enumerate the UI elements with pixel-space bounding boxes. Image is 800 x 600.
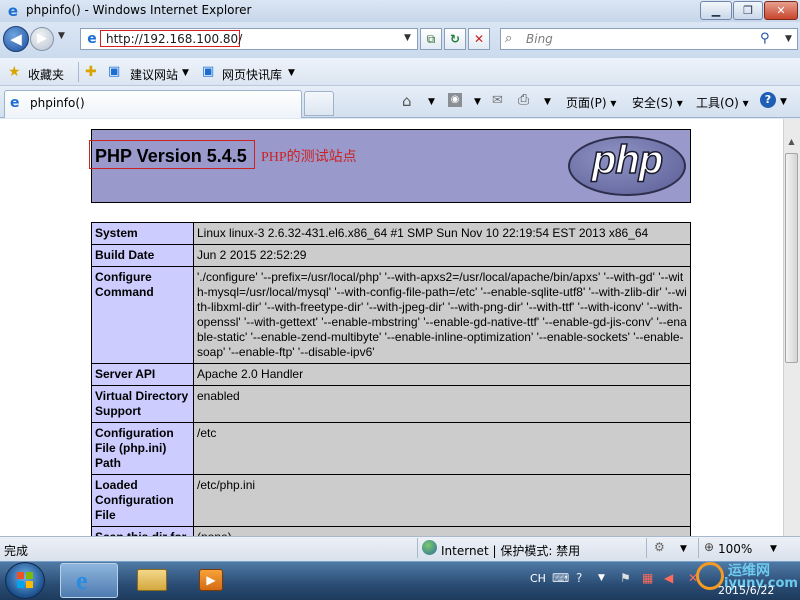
chevron-down-icon[interactable]: ▼ (544, 97, 551, 107)
suggested-sites-link[interactable]: 建议网站 (130, 66, 178, 83)
search-placeholder[interactable]: Bing (526, 32, 553, 46)
row-value: Apache 2.0 Handler (193, 363, 691, 386)
separator (78, 62, 79, 82)
table-row: System Linux linux-3 2.6.32-431.el6.x86_… (91, 222, 691, 245)
star-icon[interactable]: ★ (8, 64, 21, 80)
back-button[interactable]: ◀ (3, 26, 29, 52)
help-icon[interactable]: ? (760, 92, 776, 108)
chevron-down-icon[interactable]: ▼ (598, 573, 605, 583)
table-row: Loaded Configuration File /etc/php.ini (91, 474, 691, 527)
chevron-down-icon[interactable]: ▼ (680, 544, 687, 554)
row-key: Configure Command (91, 266, 194, 364)
network-icon[interactable]: ▦ (642, 571, 653, 585)
window-title: phpinfo() - Windows Internet Explorer (26, 3, 252, 17)
print-icon[interactable]: ⎙ (518, 92, 529, 108)
scroll-up-icon[interactable]: ▲ (784, 137, 799, 151)
maximize-button[interactable]: ❐ (733, 1, 763, 20)
zoom-icon[interactable]: ⊕ (704, 540, 714, 554)
table-row: Build Date Jun 2 2015 22:52:29 (91, 244, 691, 267)
row-key: Loaded Configuration File (91, 474, 194, 527)
scroll-thumb[interactable] (785, 153, 798, 363)
search-provider-icon: ⌕ (505, 31, 513, 46)
ie-icon: e (76, 566, 88, 595)
row-value: /etc (193, 422, 691, 475)
web-slice-gallery-link[interactable]: 网页快讯库 (222, 66, 282, 83)
taskbar-ie-button[interactable] (60, 563, 118, 598)
chevron-down-icon[interactable]: ▼ (404, 33, 411, 43)
keyboard-icon[interactable]: ⌨ (552, 571, 569, 585)
tab-label[interactable]: phpinfo() (30, 96, 85, 110)
row-value: './configure' '--prefix=/usr/local/php' … (193, 266, 691, 364)
rss-feed-icon[interactable]: ◉ (448, 93, 462, 107)
search-icon[interactable]: ⚲ (760, 31, 770, 46)
page-menu[interactable]: 页面(P) ▾ (566, 94, 616, 111)
compatibility-view-icon[interactable]: ⧉ (420, 28, 442, 50)
row-value: enabled (193, 385, 691, 423)
separator (698, 538, 699, 558)
ie-icon: e (10, 95, 20, 111)
folder-icon (137, 569, 167, 591)
action-center-icon[interactable]: ⚑ (620, 571, 631, 585)
stop-icon[interactable]: ✕ (468, 28, 490, 50)
safety-menu[interactable]: 安全(S) ▾ (632, 94, 683, 111)
chevron-down-icon[interactable]: ▼ (785, 34, 792, 44)
windows-logo-icon (17, 572, 33, 588)
chevron-down-icon[interactable]: ▼ (288, 68, 295, 78)
row-key: Configuration File (php.ini) Path (91, 422, 194, 475)
row-key: Build Date (91, 244, 194, 267)
php-logo-text: php (591, 137, 664, 183)
tools-menu[interactable]: 工具(O) ▾ (696, 94, 749, 111)
row-value: Linux linux-3 2.6.32-431.el6.x86_64 #1 S… (193, 222, 691, 245)
protected-mode-icon[interactable]: ⚙ (654, 540, 665, 554)
table-row: Virtual Directory Support enabled (91, 385, 691, 423)
language-indicator[interactable]: CH (530, 572, 546, 585)
chevron-down-icon[interactable]: ▼ (474, 97, 481, 107)
ie-icon: e (7, 2, 19, 20)
table-row: Server API Apache 2.0 Handler (91, 363, 691, 386)
taskbar (0, 561, 800, 600)
zoom-level[interactable]: 100% (718, 542, 752, 556)
separator (417, 538, 418, 558)
table-row: Configuration File (php.ini) Path /etc (91, 422, 691, 475)
security-zone[interactable]: Internet | 保护模式: 禁用 (441, 542, 580, 559)
favorites-button[interactable]: 收藏夹 (28, 66, 64, 83)
row-key: Virtual Directory Support (91, 385, 194, 423)
clock-date[interactable]: 2015/6/22 (718, 584, 774, 597)
refresh-icon[interactable]: ↻ (444, 28, 466, 50)
forward-button[interactable]: ▶ (30, 27, 54, 51)
add-favorite-icon[interactable]: ✚ (85, 64, 97, 80)
home-icon[interactable]: ⌂ (402, 92, 412, 110)
row-value: Jun 2 2015 22:52:29 (193, 244, 691, 267)
close-button[interactable]: ✕ (764, 1, 798, 20)
chevron-down-icon[interactable]: ▼ (428, 97, 435, 107)
web-slice-icon: ▣ (108, 64, 121, 79)
chevron-down-icon[interactable]: ▼ (182, 68, 189, 78)
table-row: Configure Command './configure' '--prefi… (91, 266, 691, 364)
globe-icon (422, 540, 437, 555)
row-key: Server API (91, 363, 194, 386)
mail-icon[interactable]: ✉ (492, 93, 503, 108)
help-icon[interactable]: ? (576, 571, 582, 585)
new-tab-button[interactable] (304, 91, 334, 116)
separator (646, 538, 647, 558)
minimize-button[interactable]: ▁ (700, 1, 732, 20)
chevron-down-icon[interactable]: ▼ (780, 97, 787, 107)
page-icon: e (87, 31, 97, 47)
row-key: System (91, 222, 194, 245)
status-text: 完成 (4, 544, 29, 558)
page-title: PHP Version 5.4.5 (95, 146, 247, 166)
row-value: /etc/php.ini (193, 474, 691, 527)
info-table: System Linux linux-3 2.6.32-431.el6.x86_… (91, 222, 691, 549)
chevron-down-icon[interactable]: ▼ (770, 544, 777, 554)
url-text[interactable]: http://192.168.100.80/ (106, 32, 242, 46)
web-slice-icon: ▣ (202, 64, 215, 79)
volume-icon[interactable]: ◀ (664, 571, 673, 585)
annotation-text: PHP的测试站点 (261, 150, 357, 165)
media-player-icon: ▶ (199, 569, 223, 591)
chevron-down-icon[interactable]: ▼ (58, 31, 65, 41)
